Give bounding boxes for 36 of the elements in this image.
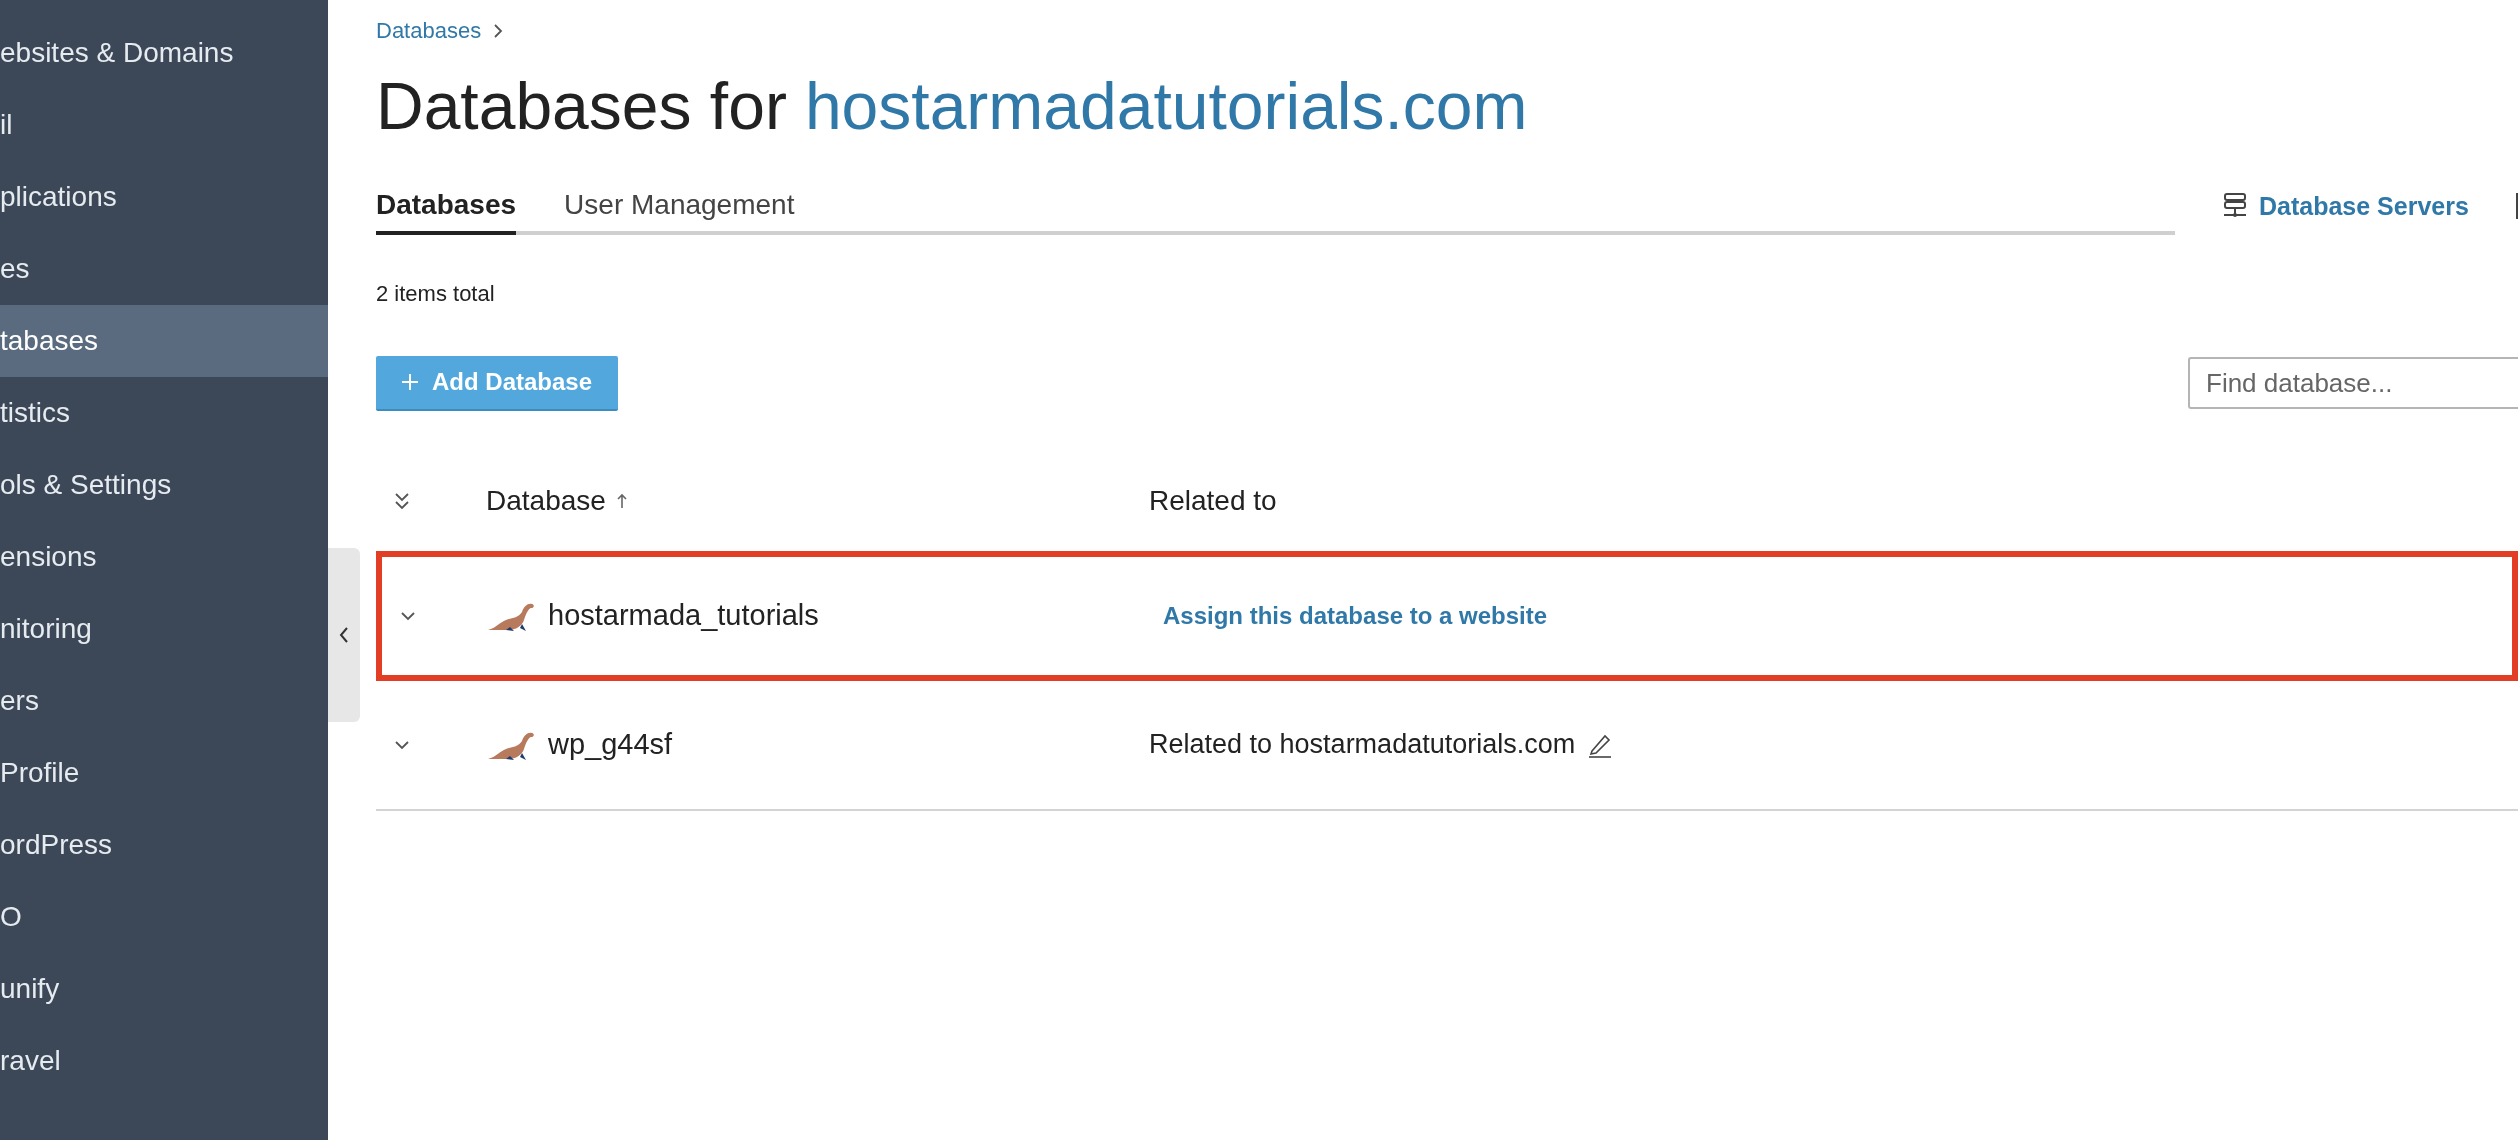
- server-icon: [2223, 193, 2247, 220]
- sidebar-item[interactable]: plications: [0, 161, 328, 233]
- column-header[interactable]: Related to: [1149, 484, 1277, 517]
- sidebar-item[interactable]: ensions: [0, 521, 328, 593]
- sidebar-item[interactable]: Profile: [0, 737, 328, 809]
- expand-all-icon: [394, 491, 410, 510]
- search-field[interactable]: Find database...: [2188, 357, 2518, 410]
- sidebar-item[interactable]: O: [0, 881, 328, 953]
- items-count: 2 items total: [376, 280, 496, 307]
- database-name[interactable]: wp_g44sf: [548, 728, 673, 762]
- domain-link[interactable]: hostarmadatutorials.com: [804, 70, 1528, 143]
- column-header[interactable]: Database: [486, 484, 606, 517]
- tab[interactable]: User Management: [564, 188, 795, 235]
- plus-icon: [402, 374, 418, 391]
- sidebar-item[interactable]: ordPress: [0, 809, 328, 881]
- collapse-handle[interactable]: [328, 548, 360, 722]
- sidebar-item[interactable]: ebsites & Domains: [0, 17, 328, 89]
- sidebar-item[interactable]: ols & Settings: [0, 449, 328, 521]
- sidebar-item[interactable]: ers: [0, 665, 328, 737]
- sidebar-item[interactable]: es: [0, 233, 328, 305]
- sidebar-item[interactable]: tistics: [0, 377, 328, 449]
- sidebar-item[interactable]: unify: [0, 953, 328, 1025]
- database-name[interactable]: hostarmada_tutorials: [548, 599, 819, 633]
- database-servers-link[interactable]: Database Servers: [2259, 191, 2469, 221]
- sidebar-item[interactable]: il: [0, 89, 328, 161]
- assign-website-link[interactable]: Assign this database to a website: [1149, 601, 1548, 630]
- sidebar-item[interactable]: tabases: [0, 305, 328, 377]
- chevron-down-icon: [400, 610, 416, 621]
- breadcrumb-link[interactable]: Databases: [376, 18, 482, 44]
- page-title: Databases for: [376, 70, 787, 143]
- sidebar-item[interactable]: ravel: [0, 1025, 328, 1097]
- related-text: Related to hostarmadatutorials.com: [1149, 729, 1576, 761]
- tab[interactable]: Databases: [376, 188, 517, 235]
- chevron-left-icon: [338, 626, 350, 644]
- sidebar-item[interactable]: nitoring: [0, 593, 328, 665]
- chevron-right-icon: [493, 23, 504, 39]
